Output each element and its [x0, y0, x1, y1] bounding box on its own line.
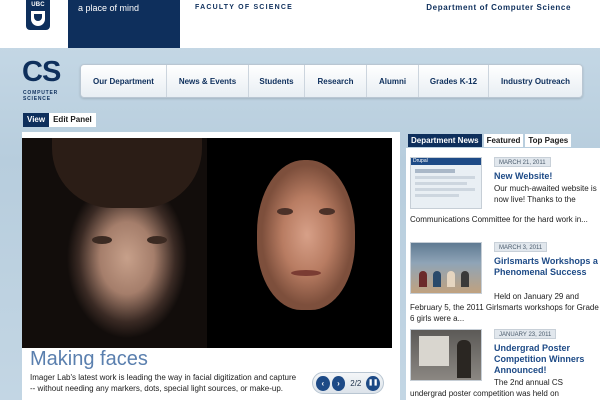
- feature-panel: Making faces Imager Lab's latest work is…: [22, 132, 400, 400]
- eye-shape: [277, 208, 293, 215]
- thumb-header-band: Drupal: [411, 158, 481, 165]
- news-item: Drupal MARCH 21, 2011 New Website! Our m…: [410, 157, 600, 237]
- news-thumbnail[interactable]: [410, 329, 482, 381]
- news-excerpt: Our much-awaited website is now live! Th…: [494, 184, 597, 204]
- tab-department-news[interactable]: Department News: [408, 134, 482, 147]
- news-excerpt: The 2nd annual CS: [494, 378, 563, 387]
- news-title[interactable]: Girlsmarts Workshops a Phenomenal Succes…: [494, 256, 600, 278]
- news-tabs: Department News Featured Top Pages: [408, 134, 572, 147]
- news-date: MARCH 3, 2011: [494, 242, 548, 252]
- nav-item-our-department[interactable]: Our Department: [81, 65, 167, 97]
- tagline: a place of mind: [78, 3, 140, 13]
- feature-title[interactable]: Making faces: [30, 348, 148, 371]
- shield-icon: [31, 11, 45, 26]
- nav-item-industry-outreach[interactable]: Industry Outreach: [489, 65, 582, 97]
- tab-featured[interactable]: Featured: [483, 134, 524, 147]
- eye-shape: [92, 236, 112, 244]
- face-photo: [22, 138, 207, 348]
- cs-logo-letters: CS: [22, 56, 61, 88]
- ubc-crest-logo[interactable]: UBC: [26, 0, 50, 30]
- feature-description: Imager Lab's latest work is leading the …: [30, 373, 297, 393]
- carousel-controls: ‹ › 2/2 ❚❚: [312, 372, 384, 394]
- ubc-logo-text: UBC: [31, 2, 45, 8]
- eye-shape: [147, 236, 167, 244]
- nav-item-grades-k12[interactable]: Grades K-12: [419, 65, 489, 97]
- nav-item-students[interactable]: Students: [249, 65, 305, 97]
- news-thumbnail[interactable]: [410, 242, 482, 294]
- department-link[interactable]: Department of Computer Science: [426, 3, 571, 12]
- feature-image[interactable]: [22, 138, 392, 348]
- eye-shape: [319, 208, 335, 215]
- tab-edit-panel[interactable]: Edit Panel: [49, 113, 96, 127]
- slide-counter: 2/2: [350, 378, 362, 388]
- chevron-left-icon[interactable]: ‹: [316, 375, 330, 391]
- thumb-line: [415, 176, 475, 179]
- thumb-line: [415, 194, 459, 197]
- news-title[interactable]: New Website!: [494, 171, 600, 182]
- nav-item-research[interactable]: Research: [305, 65, 367, 97]
- faculty-link[interactable]: FACULTY OF SCIENCE: [195, 4, 293, 11]
- news-title[interactable]: Undergrad Poster Competition Winners Ann…: [494, 343, 600, 376]
- news-excerpt-cont: February 5, the 2011 Girlsmarts workshop…: [410, 303, 599, 323]
- thumb-line: [415, 182, 467, 185]
- news-excerpt-cont: Communications Committee for the hard wo…: [410, 215, 588, 224]
- cs-logo-line2: SCIENCE: [23, 96, 51, 102]
- person-shape: [457, 340, 471, 378]
- poster-board-shape: [419, 336, 449, 366]
- top-bar: UBC a place of mind FACULTY OF SCIENCE D…: [0, 0, 600, 48]
- tab-view[interactable]: View: [23, 113, 50, 127]
- nav-item-news-events[interactable]: News & Events: [167, 65, 249, 97]
- news-excerpt-cont: undergrad poster competition was held on: [410, 389, 559, 398]
- thumb-label: Drupal: [413, 158, 428, 164]
- cs-logo[interactable]: CS COMPUTER SCIENCE: [22, 58, 68, 104]
- news-item: MARCH 3, 2011 Girlsmarts Workshops a Phe…: [410, 242, 600, 323]
- hair-shape: [52, 138, 202, 208]
- news-date: JANUARY 23, 2011: [494, 329, 557, 339]
- news-excerpt: Held on January 29 and: [494, 292, 579, 301]
- tab-top-pages[interactable]: Top Pages: [525, 134, 572, 147]
- news-thumbnail[interactable]: Drupal: [410, 157, 482, 209]
- pause-icon[interactable]: ❚❚: [366, 375, 380, 391]
- news-date: MARCH 21, 2011: [494, 157, 551, 167]
- mouth-shape: [291, 270, 321, 276]
- tagline-block[interactable]: a place of mind: [68, 0, 180, 48]
- person-shape: [447, 271, 455, 287]
- face-mask: [257, 160, 355, 310]
- main-nav: Our Department News & Events Students Re…: [80, 64, 583, 98]
- person-shape: [419, 271, 427, 287]
- person-shape: [433, 271, 441, 287]
- person-shape: [461, 271, 469, 287]
- face-model: [207, 138, 392, 348]
- thumb-line: [415, 188, 475, 191]
- thumb-line: [415, 169, 455, 173]
- chevron-right-icon[interactable]: ›: [331, 375, 346, 391]
- news-panel: Drupal MARCH 21, 2011 New Website! Our m…: [406, 148, 600, 400]
- news-item: JANUARY 23, 2011 Undergrad Poster Compet…: [410, 329, 600, 400]
- nav-item-alumni[interactable]: Alumni: [367, 65, 419, 97]
- view-tabs: View Edit Panel: [23, 113, 96, 127]
